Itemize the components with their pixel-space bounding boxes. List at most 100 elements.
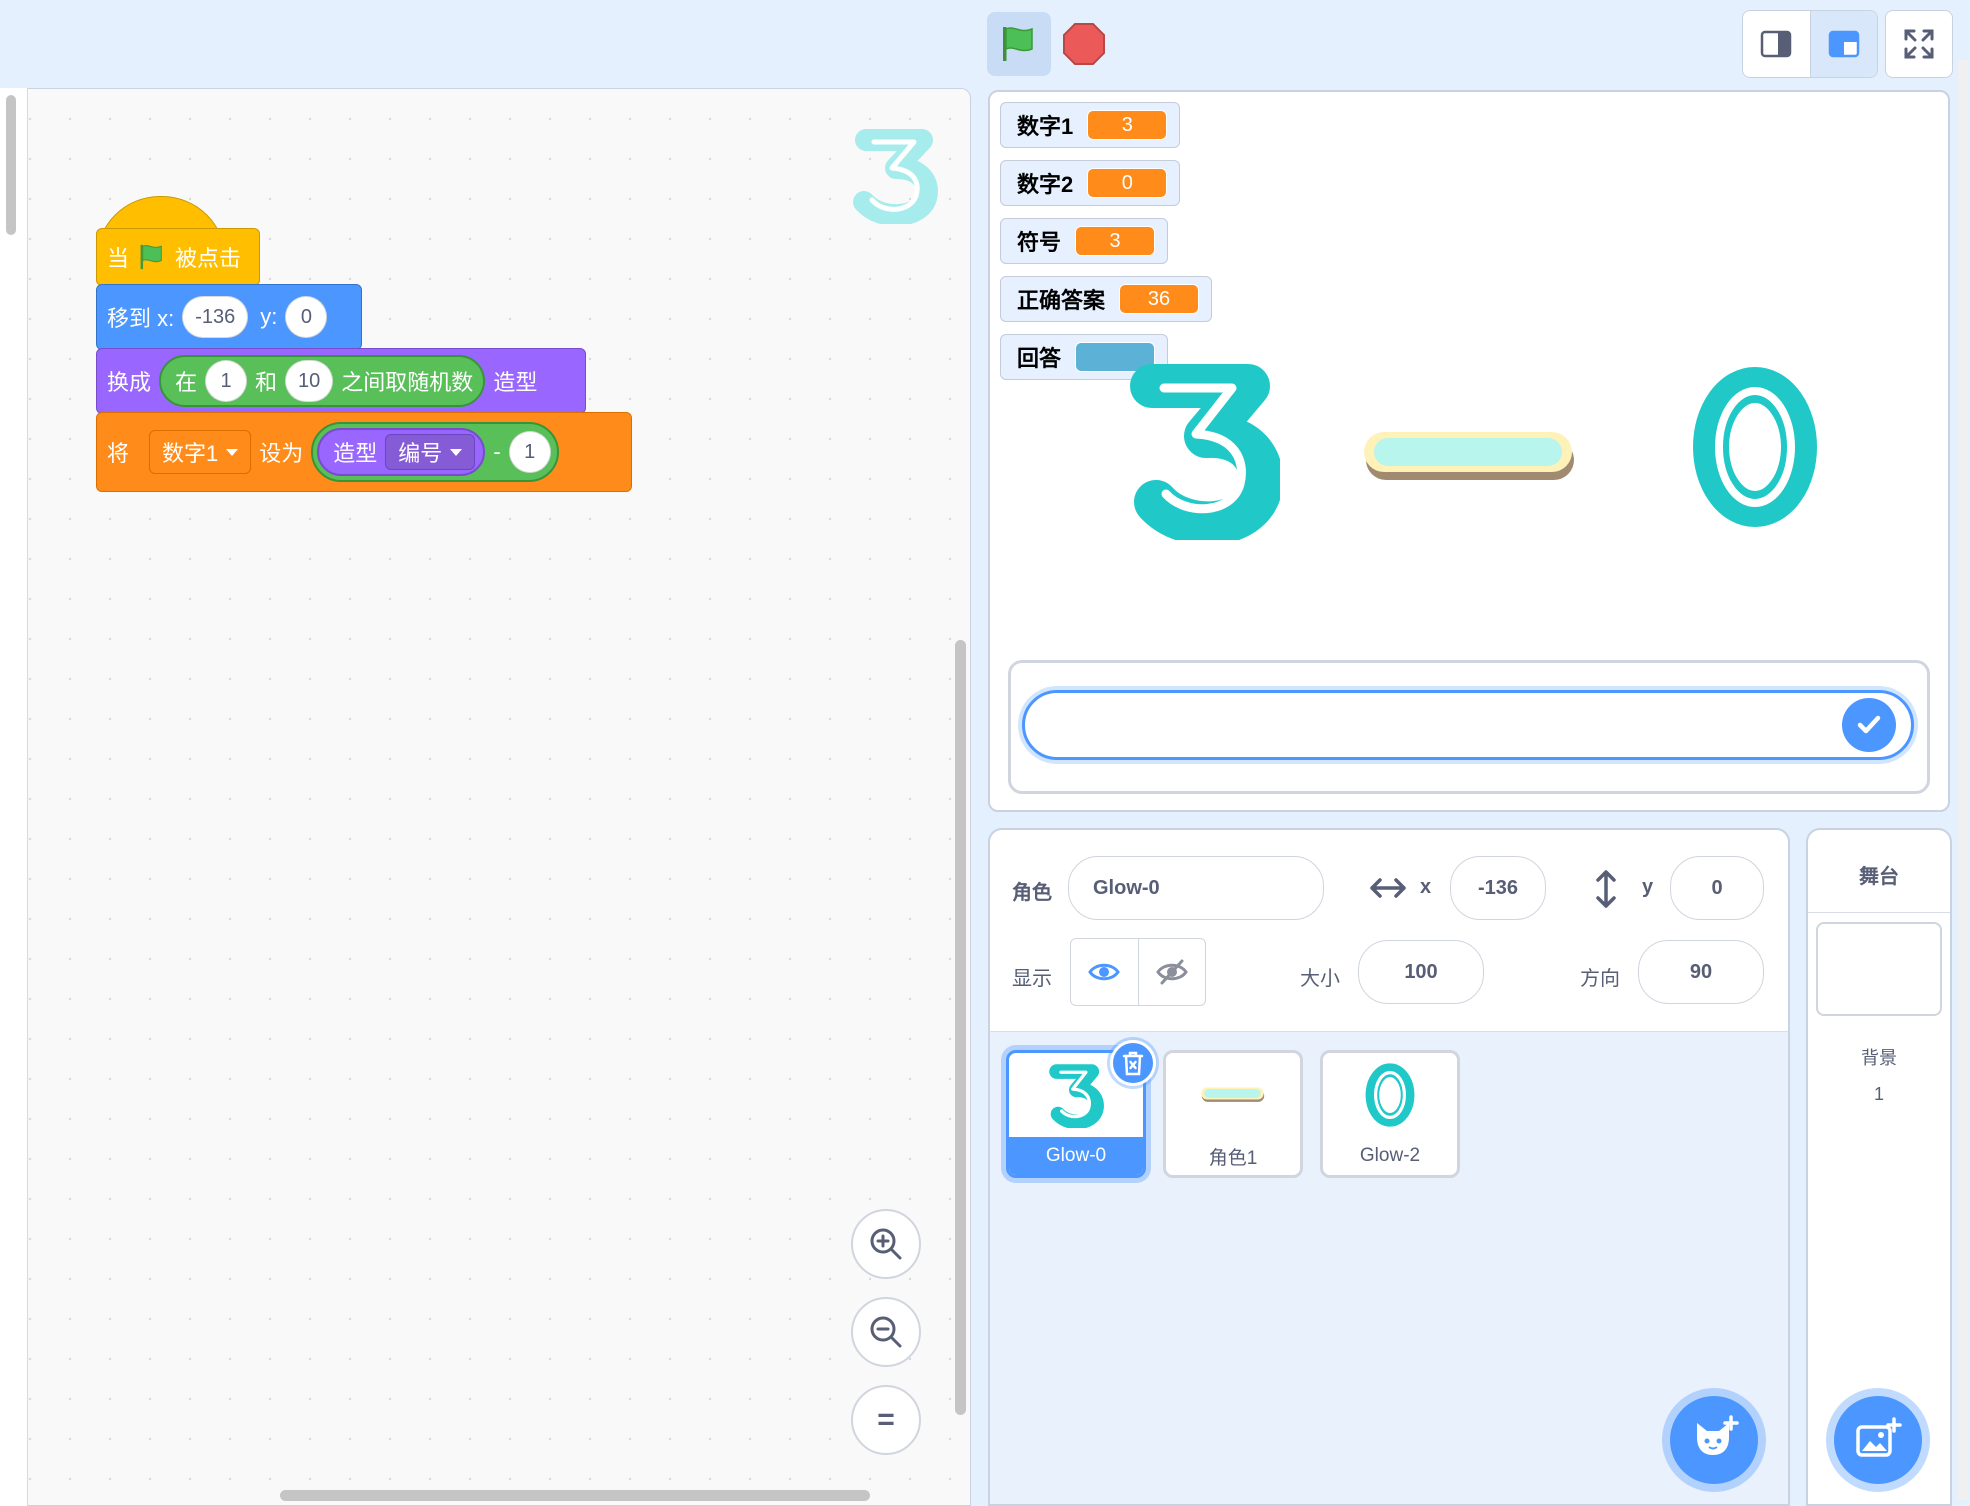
backdrops-count: 1 [1873,1084,1884,1104]
hat-suffix: 被点击 [175,246,242,271]
random-to-input[interactable]: 10 [285,360,334,402]
monitor-label: 回答 [1017,346,1062,371]
stop-icon [1063,23,1105,65]
costume-label: 造型 [333,441,378,466]
when-flag-clicked-block[interactable]: 当 被点击 [96,228,260,286]
glow-0-sprite[interactable] [1690,362,1820,532]
zoom-reset-button[interactable]: = [851,1385,921,1455]
page-scrollbar[interactable] [1958,60,1968,1500]
variable-monitor-symbol[interactable]: 符号 3 [1000,218,1169,264]
small-stage-button[interactable] [1743,11,1810,77]
minus-sign-sprite[interactable] [1360,422,1580,492]
zoom-out-icon [870,1316,902,1348]
go-to-xy-block[interactable]: 移到 x: -136 y: 0 [96,284,362,350]
sprite-tile-name: 角色1 [1208,1147,1258,1169]
delete-sprite-button[interactable] [1110,1040,1156,1086]
green-flag-button[interactable] [987,12,1051,76]
zoom-out-button[interactable] [851,1297,921,1367]
y-label: y: [260,304,278,329]
show-sprite-button[interactable] [1071,939,1138,1005]
monitor-label: 符号 [1017,230,1062,255]
glow-3-icon [1049,1064,1104,1128]
palette-scrollbar[interactable] [6,95,16,235]
x-position-input[interactable] [1450,856,1546,920]
subtract-block[interactable]: 造型 编号 - 1 [311,422,559,482]
eye-icon [1088,963,1121,981]
direction-input[interactable] [1638,940,1764,1004]
image-plus-icon [1856,1417,1902,1457]
sprite-name-label: 角色 [1012,882,1052,904]
add-sprite-button[interactable] [1670,1396,1758,1484]
stage-thumbnail[interactable] [1816,922,1942,1016]
glow-3-sprite[interactable] [1130,360,1280,540]
pick-random-block[interactable]: 在 1 和 10 之间取随机数 [159,355,486,407]
answer-input[interactable] [1022,690,1914,760]
random-from-input[interactable]: 1 [205,360,248,402]
switch-costume-label: 换成 [107,370,152,395]
y-position-input[interactable] [1670,856,1764,920]
workspace-horizontal-scrollbar[interactable] [280,1490,870,1501]
monitor-value: 3 [1075,226,1156,256]
large-stage-button[interactable] [1809,11,1877,77]
block-palette-edge [0,88,28,1506]
monitor-value: 3 [1087,110,1168,140]
sprite-costume-preview [852,128,940,226]
stage-size-toggle [1742,10,1878,78]
variable-dropdown[interactable]: 数字1 [149,430,252,474]
x-position-icon [1370,878,1406,898]
monitor-label: 数字2 [1017,172,1074,197]
hat-prefix: 当 [107,246,130,271]
y-position-icon [1596,870,1616,908]
workspace-vertical-scrollbar[interactable] [955,640,966,1415]
fullscreen-button[interactable] [1885,10,1953,78]
large-stage-icon [1828,30,1859,58]
y-input[interactable]: 0 [285,296,328,338]
backdrops-label: 背景 [1861,1048,1897,1068]
add-backdrop-button[interactable] [1834,1396,1922,1484]
zoom-in-button[interactable] [851,1209,921,1279]
costume-number-block[interactable]: 造型 编号 [317,428,486,476]
hide-sprite-button[interactable] [1137,939,1206,1005]
switch-costume-block[interactable]: 换成 在 1 和 10 之间取随机数 造型 [96,348,586,414]
x-input[interactable]: -136 [182,296,249,338]
sprite-tile-role1[interactable]: 角色1 [1163,1050,1303,1178]
sprite-thumbnail [1364,1053,1416,1137]
cat-plus-icon [1697,1415,1739,1455]
minus-value-input[interactable]: 1 [508,431,551,473]
monitor-label: 数字1 [1017,114,1074,139]
set-variable-block[interactable]: 将 数字1 设为 造型 编号 - 1 [96,412,632,492]
x-label: x [1420,876,1432,898]
trash-icon [1122,1051,1144,1076]
random-and: 和 [255,370,278,395]
y-label: y [1642,876,1654,898]
sprite-name-input[interactable] [1068,856,1324,920]
small-stage-icon [1761,30,1792,58]
random-prefix: 在 [175,370,198,395]
check-icon [1857,715,1881,734]
variable-name: 数字1 [162,441,219,466]
size-label: 大小 [1300,968,1340,990]
sprite-tile-name: Glow-0 [1009,1137,1143,1175]
minus-sign-icon [1201,1087,1265,1102]
glow-3-icon [853,129,938,226]
visibility-toggle [1070,938,1206,1006]
costume-number-dropdown[interactable]: 编号 [385,434,476,470]
sprite-tile-glow-2[interactable]: Glow-2 [1320,1050,1460,1178]
monitor-value: 36 [1119,284,1200,314]
variable-monitor-number1[interactable]: 数字1 3 [1000,102,1181,148]
variable-monitor-number2[interactable]: 数字2 0 [1000,160,1181,206]
glow-0-icon [1365,1063,1415,1127]
stage-title: 舞台 [1859,866,1899,888]
stop-button[interactable] [1058,18,1110,70]
variable-monitor-correct-answer[interactable]: 正确答案 36 [1000,276,1213,322]
submit-answer-button[interactable] [1842,698,1896,752]
stage[interactable]: 数字1 3 数字2 0 符号 3 正确答案 36 回答 [988,90,1950,812]
direction-label: 方向 [1580,968,1620,990]
fullscreen-icon [1904,29,1934,59]
sprite-thumbnail [1200,1053,1266,1137]
green-flag-icon [1003,27,1033,61]
chevron-down-icon [450,448,463,456]
top-bar [0,0,1970,90]
size-input[interactable] [1358,940,1484,1004]
monitor-value: 0 [1087,168,1168,198]
